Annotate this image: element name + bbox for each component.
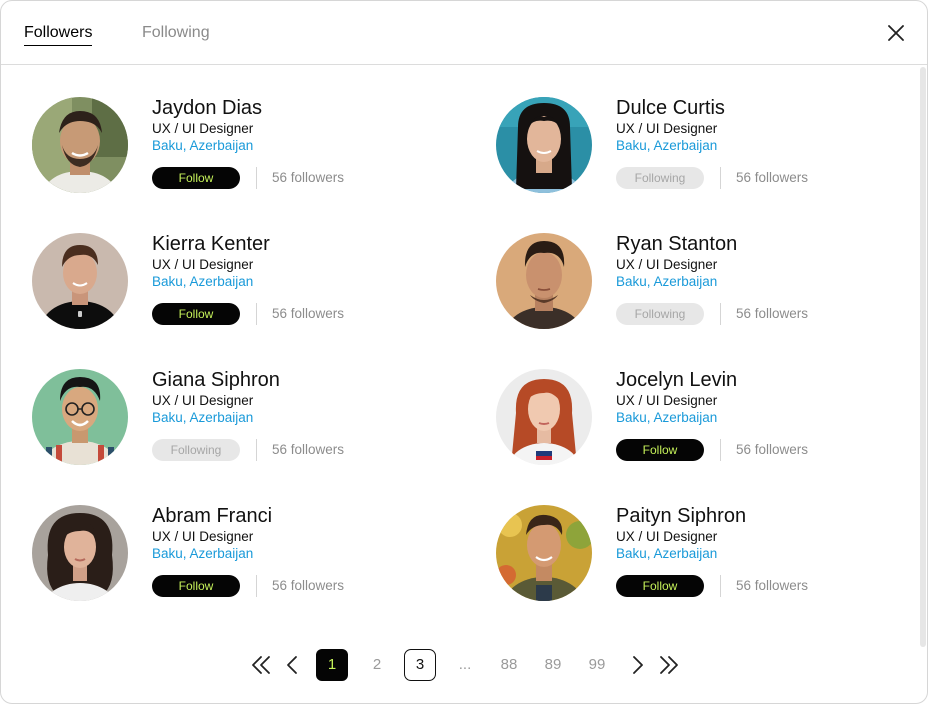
user-location-link[interactable]: Baku, Azerbaijan <box>152 138 253 154</box>
followers-count: 56 followers <box>736 578 809 593</box>
follow-button[interactable]: Follow <box>152 575 240 597</box>
user-role: UX / UI Designer <box>616 529 718 544</box>
user-location-link[interactable]: Baku, Azerbaijan <box>152 274 253 290</box>
divider <box>256 167 257 189</box>
divider <box>720 575 721 597</box>
follow-button[interactable]: Follow <box>152 167 240 189</box>
page-99[interactable]: 99 <box>580 649 614 681</box>
followers-modal: Followers Following Jaydon Dias UX / UI … <box>0 0 928 704</box>
user-name: Abram Franci <box>152 505 273 527</box>
last-page-button[interactable] <box>657 653 681 677</box>
user-card: Ryan Stanton UX / UI Designer Baku, Azer… <box>496 233 927 333</box>
user-role: UX / UI Designer <box>152 121 254 136</box>
user-location-link[interactable]: Baku, Azerbaijan <box>152 546 253 562</box>
page-ellipsis: ... <box>458 656 472 673</box>
tab-following[interactable]: Following <box>142 23 210 43</box>
tabs-bar: Followers Following <box>1 1 927 65</box>
double-chevron-left-icon <box>252 656 270 674</box>
avatar[interactable] <box>32 505 128 601</box>
user-location-link[interactable]: Baku, Azerbaijan <box>616 274 717 290</box>
user-card: Paityn Siphron UX / UI Designer Baku, Az… <box>496 505 927 605</box>
page-2[interactable]: 2 <box>361 649 393 681</box>
follow-button[interactable]: Follow <box>616 575 704 597</box>
avatar[interactable] <box>496 369 592 465</box>
avatar[interactable] <box>32 233 128 329</box>
avatar[interactable] <box>32 97 128 193</box>
followers-count: 56 followers <box>272 442 345 457</box>
user-role: UX / UI Designer <box>152 393 254 408</box>
avatar[interactable] <box>32 369 128 465</box>
user-name: Paityn Siphron <box>616 505 747 527</box>
user-card: Kierra Kenter UX / UI Designer Baku, Aze… <box>32 233 472 333</box>
user-name: Jaydon Dias <box>152 97 263 119</box>
following-button[interactable]: Following <box>152 439 240 461</box>
user-location-link[interactable]: Baku, Azerbaijan <box>152 410 253 426</box>
followers-count: 56 followers <box>272 578 345 593</box>
first-page-button[interactable] <box>249 653 273 677</box>
user-card: Jocelyn Levin UX / UI Designer Baku, Aze… <box>496 369 927 469</box>
user-location-link[interactable]: Baku, Azerbaijan <box>616 410 717 426</box>
close-icon <box>888 25 904 41</box>
page-89[interactable]: 89 <box>536 649 570 681</box>
followers-count: 56 followers <box>272 170 345 185</box>
pagination: 1 2 3 ... 88 89 99 <box>1 647 927 683</box>
user-card: Dulce Curtis UX / UI Designer Baku, Azer… <box>496 97 927 197</box>
followers-count: 56 followers <box>736 306 809 321</box>
following-button[interactable]: Following <box>616 303 704 325</box>
follow-button[interactable]: Follow <box>616 439 704 461</box>
followers-count: 56 followers <box>272 306 345 321</box>
divider <box>256 303 257 325</box>
tab-followers[interactable]: Followers <box>24 23 93 46</box>
followers-count: 56 followers <box>736 170 809 185</box>
divider <box>720 303 721 325</box>
user-name: Dulce Curtis <box>616 97 725 119</box>
double-chevron-right-icon <box>660 656 678 674</box>
prev-page-button[interactable] <box>281 653 305 677</box>
close-button[interactable] <box>883 20 909 46</box>
user-role: UX / UI Designer <box>616 121 718 136</box>
page-3[interactable]: 3 <box>404 649 436 681</box>
user-role: UX / UI Designer <box>152 529 254 544</box>
follow-button[interactable]: Follow <box>152 303 240 325</box>
divider <box>720 167 721 189</box>
user-name: Jocelyn Levin <box>616 369 738 391</box>
user-role: UX / UI Designer <box>616 393 718 408</box>
divider <box>720 439 721 461</box>
chevron-right-icon <box>633 656 643 674</box>
following-button[interactable]: Following <box>616 167 704 189</box>
user-name: Giana Siphron <box>152 369 280 391</box>
next-page-button[interactable] <box>625 653 649 677</box>
user-location-link[interactable]: Baku, Azerbaijan <box>616 546 717 562</box>
user-card: Jaydon Dias UX / UI Designer Baku, Azerb… <box>32 97 472 197</box>
user-card: Abram Franci UX / UI Designer Baku, Azer… <box>32 505 472 605</box>
divider <box>256 575 257 597</box>
user-location-link[interactable]: Baku, Azerbaijan <box>616 138 717 154</box>
avatar[interactable] <box>496 233 592 329</box>
page-88[interactable]: 88 <box>492 649 526 681</box>
followers-count: 56 followers <box>736 442 809 457</box>
divider <box>256 439 257 461</box>
user-role: UX / UI Designer <box>616 257 718 272</box>
page-1[interactable]: 1 <box>316 649 348 681</box>
avatar[interactable] <box>496 97 592 193</box>
user-card: Giana Siphron UX / UI Designer Baku, Aze… <box>32 369 472 469</box>
avatar[interactable] <box>496 505 592 601</box>
user-name: Ryan Stanton <box>616 233 738 255</box>
user-name: Kierra Kenter <box>152 233 270 255</box>
user-role: UX / UI Designer <box>152 257 254 272</box>
chevron-left-icon <box>287 656 297 674</box>
